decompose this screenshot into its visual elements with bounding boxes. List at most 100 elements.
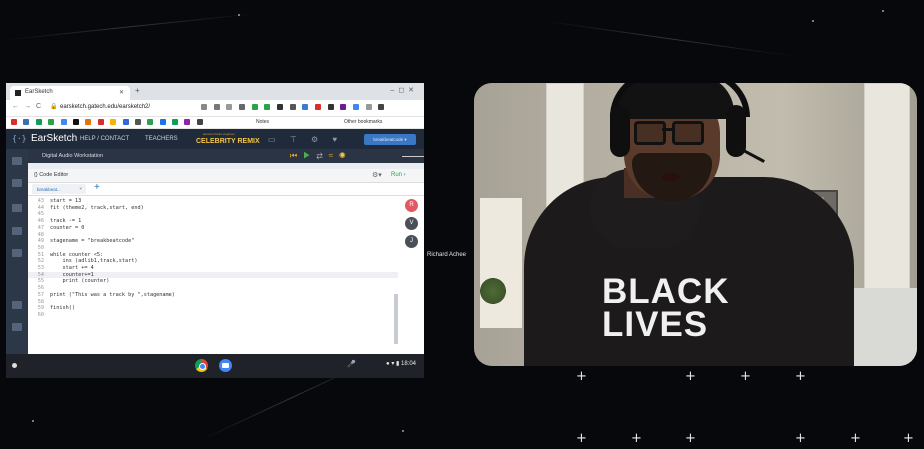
code-area[interactable]: 43 start = 13 44 fit (theme2, track,start, … xyxy=(28,196,398,354)
facebook-icon[interactable] xyxy=(12,301,22,309)
celebrity-remix-link[interactable]: CELEBRITY REMIX xyxy=(196,138,260,145)
bookmark-icon[interactable] xyxy=(23,119,30,125)
code-line[interactable]: 50 xyxy=(28,245,398,252)
launcher-icon[interactable] xyxy=(12,363,17,368)
code-text: print ("This was a track by ",stagename) xyxy=(50,291,175,298)
code-line[interactable]: 43 start = 13 xyxy=(28,198,398,205)
puzzle-icon[interactable] xyxy=(365,104,372,110)
close-script-icon[interactable]: × xyxy=(79,186,82,191)
plus-mark: + xyxy=(631,431,642,446)
browser-tab[interactable]: EarSketch ✕ xyxy=(10,86,130,100)
star xyxy=(402,430,404,432)
code-line[interactable]: 45 xyxy=(28,211,398,218)
files-app-icon[interactable] xyxy=(219,359,232,372)
code-line[interactable]: 60 xyxy=(28,312,398,319)
twitter-icon[interactable] xyxy=(12,323,22,331)
api-icon[interactable] xyxy=(12,227,22,235)
extension-icon[interactable] xyxy=(315,104,322,110)
bookmark-icon[interactable] xyxy=(110,119,117,125)
transport-controls[interactable]: ⏮▶⇄≈◉ xyxy=(290,151,352,161)
bookmark-icon[interactable] xyxy=(147,119,154,125)
bookmark-icon[interactable] xyxy=(159,119,166,125)
other-bookmarks[interactable]: Other bookmarks xyxy=(344,119,382,125)
webcam-video-tile[interactable]: BLACK LIVES xyxy=(474,83,917,366)
extension-icon[interactable] xyxy=(264,104,271,110)
code-line[interactable]: 49 stagename = "breakbeatcode" xyxy=(28,238,398,245)
shirt-line: BLACK xyxy=(602,272,730,311)
run-button[interactable]: Run › xyxy=(391,172,406,178)
line-number: 43 xyxy=(37,198,44,204)
close-tab-icon[interactable]: ✕ xyxy=(119,89,124,96)
code-line[interactable]: 44 fit (theme2, track,start, end) xyxy=(28,205,398,212)
bookmark-icon[interactable] xyxy=(184,119,191,125)
code-line[interactable]: 46 track -= 1 xyxy=(28,218,398,225)
bookmark-icon[interactable] xyxy=(134,119,141,125)
script-tab[interactable]: breakbeat... × xyxy=(32,184,86,194)
code-line[interactable]: 51 while counter <5: xyxy=(28,252,398,259)
collaborator-avatar[interactable]: R xyxy=(405,199,418,212)
code-line[interactable]: 48 xyxy=(28,232,398,239)
menu-icon[interactable] xyxy=(378,104,385,110)
line-number: 56 xyxy=(37,285,44,292)
bookmark-icon[interactable] xyxy=(122,119,129,125)
extension-icon[interactable] xyxy=(289,104,296,110)
drive-icon[interactable] xyxy=(35,119,42,125)
shared-scripts-icon[interactable] xyxy=(12,204,22,212)
sounds-browser-icon[interactable] xyxy=(12,157,22,165)
extension-icon[interactable] xyxy=(353,104,360,110)
extension-icon[interactable] xyxy=(277,104,284,110)
code-line[interactable]: 53 start += 4 xyxy=(28,265,398,272)
new-script-icon[interactable]: + xyxy=(94,182,100,193)
window-controls[interactable]: –◻✕ xyxy=(390,86,418,94)
left-sidebar xyxy=(6,149,28,354)
collaborator-avatar[interactable]: J xyxy=(405,235,418,248)
bookmark-notes[interactable]: Notes xyxy=(256,119,269,125)
bookmark-icons xyxy=(11,119,208,125)
nav-arrows-icon[interactable]: ←→C xyxy=(12,103,46,110)
code-line[interactable]: 55 print (counter) xyxy=(28,278,398,285)
bookmark-icon[interactable] xyxy=(48,119,55,125)
teachers-link[interactable]: TEACHERS xyxy=(145,136,178,142)
scripts-browser-icon[interactable] xyxy=(12,179,22,187)
star-icon[interactable] xyxy=(226,104,233,110)
mic-icon[interactable]: 🎤 xyxy=(347,360,356,368)
extension-icon[interactable] xyxy=(340,104,347,110)
bookmark-icon[interactable] xyxy=(196,119,203,125)
code-line[interactable]: 57 print ("This was a track by ",stagenam… xyxy=(28,292,398,299)
system-tray[interactable]: ● ▾ ▮ 18:04 xyxy=(386,360,416,367)
bookmark-icon[interactable] xyxy=(172,119,179,125)
line-number: 51 xyxy=(37,251,44,258)
extension-icon[interactable] xyxy=(327,104,334,110)
help-contact-link[interactable]: HELP / CONTACT xyxy=(80,136,129,142)
bookmark-icon[interactable] xyxy=(72,119,79,125)
editor-scrollbar[interactable] xyxy=(394,294,398,344)
pocket-icon[interactable] xyxy=(239,104,246,110)
bookmark-icon[interactable] xyxy=(60,119,67,125)
plus-mark: + xyxy=(576,369,587,384)
header-icons[interactable]: ▭ ⊤ ⚙ ♥ xyxy=(268,135,343,144)
code-line[interactable]: 59 finish() xyxy=(28,305,398,312)
code-line[interactable]: 47 counter = 0 xyxy=(28,225,398,232)
code-line[interactable]: 58 xyxy=(28,299,398,306)
light-streak xyxy=(539,20,798,58)
code-line[interactable]: 56 xyxy=(28,285,398,292)
bookmark-icon[interactable] xyxy=(85,119,92,125)
new-tab-icon[interactable]: + xyxy=(135,86,140,95)
editor-settings-icon[interactable]: ⚙▾ xyxy=(372,171,382,179)
collaborator-avatar[interactable]: V xyxy=(405,217,418,230)
key-icon[interactable] xyxy=(201,104,207,110)
curriculum-icon[interactable] xyxy=(12,249,22,257)
code-line[interactable]: 54 counter+=1 xyxy=(28,271,398,279)
extension-icon[interactable] xyxy=(302,104,309,110)
presenter-name: Richard Achee xyxy=(427,252,467,258)
app-title: EarSketch xyxy=(31,133,78,144)
chrome-app-icon[interactable] xyxy=(195,359,208,372)
volume-slider[interactable] xyxy=(402,156,424,157)
zoom-icon[interactable] xyxy=(213,104,220,110)
user-menu-button[interactable]: breakbeatcode ▾ xyxy=(364,134,416,145)
code-line[interactable]: 52 ins (adlib1,track,start) xyxy=(28,258,398,265)
address-bar[interactable]: 🔒 earsketch.gatech.edu/earsketch2/ xyxy=(46,102,196,113)
bookmark-icon[interactable] xyxy=(97,119,104,125)
extension-icon[interactable] xyxy=(251,104,258,110)
gmail-icon[interactable] xyxy=(11,119,17,125)
